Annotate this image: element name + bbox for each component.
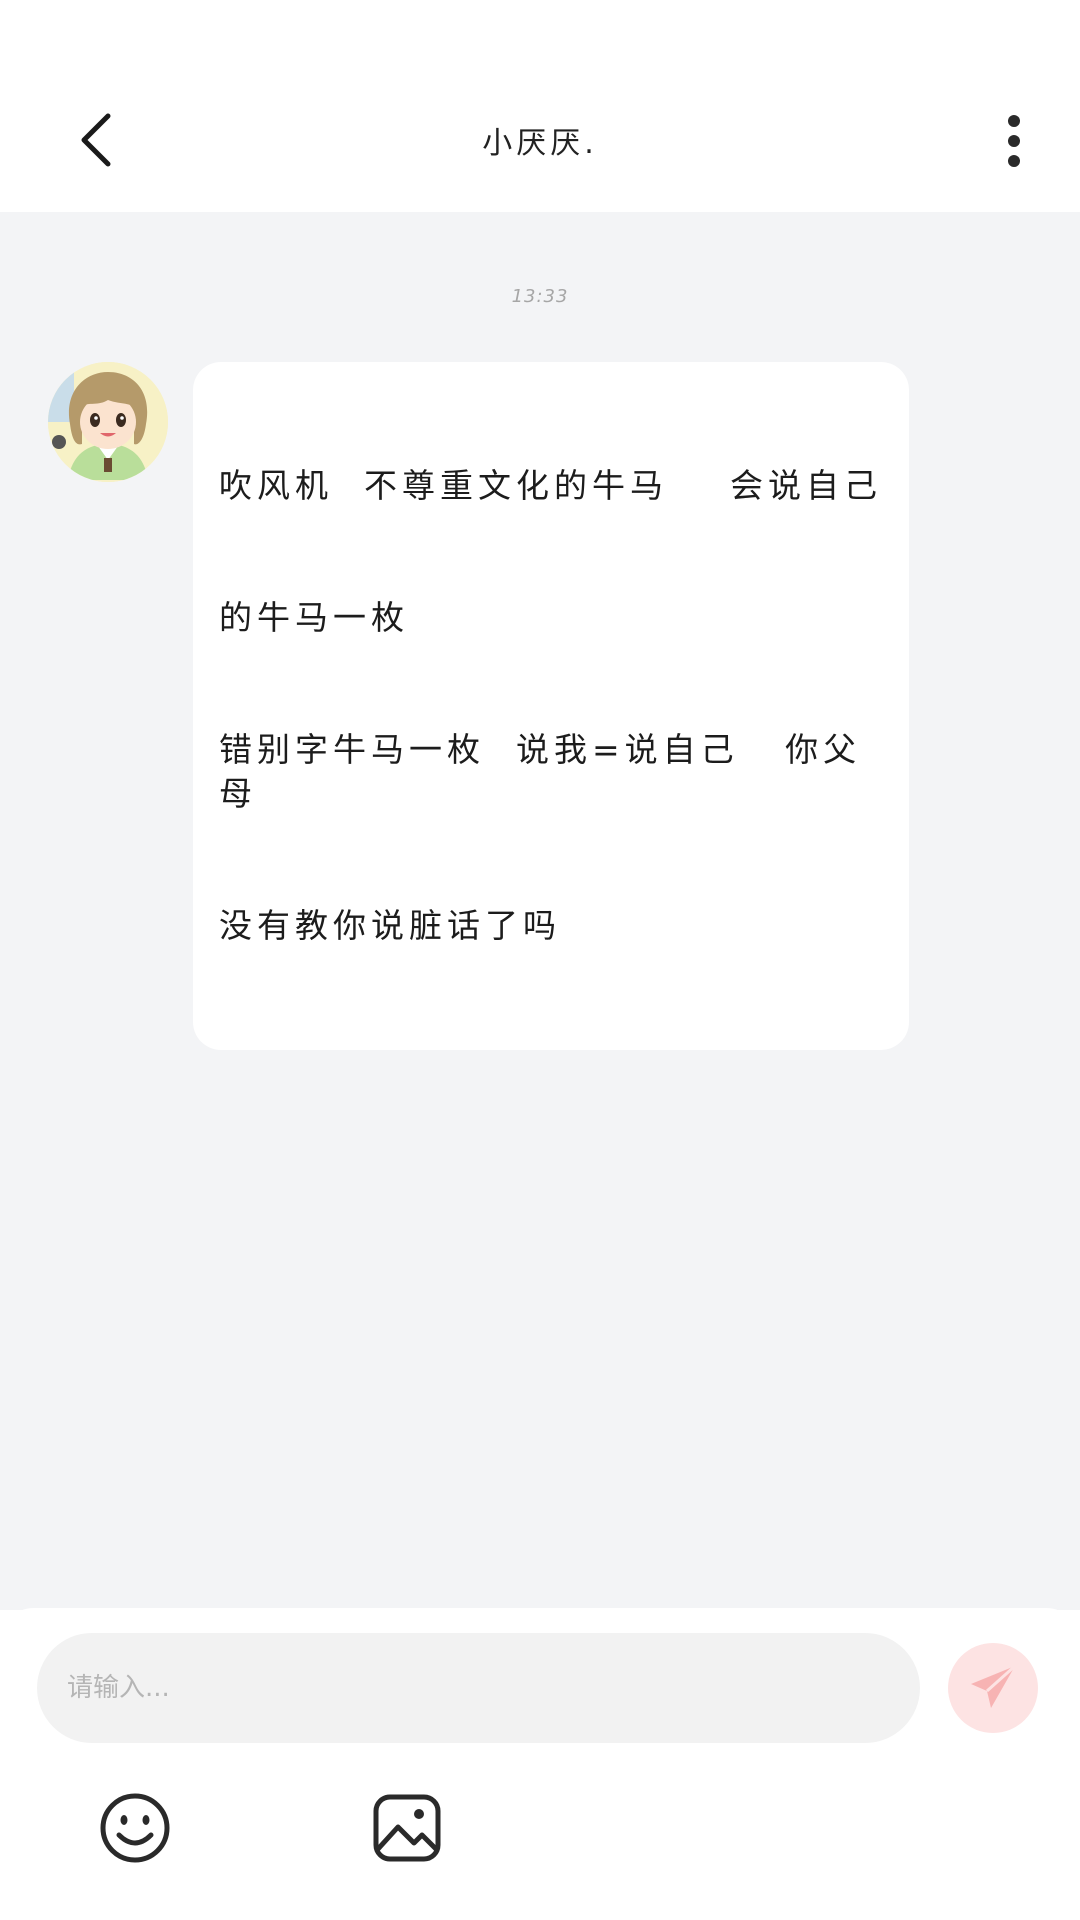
message-line: 错别字牛马一枚 说我=说自己 你父母 [219,730,862,813]
message-list[interactable]: 13:33 吹风机 不尊重文化的牛马 会说自己 的牛马一枚 错别字牛马一枚 说我… [0,212,1080,1610]
message-line: 没有教你说脏话了吗 [219,906,561,945]
emoji-button[interactable] [98,1791,172,1865]
send-button[interactable] [948,1643,1038,1733]
avatar-anime-girl [48,362,168,482]
composer-panel [0,1608,1080,1920]
sender-avatar[interactable] [48,362,168,482]
message-line: 吹风机 不尊重文化的牛马 会说自己 [219,466,882,505]
chat-header: 小厌厌. [0,0,1080,212]
chat-title: 小厌厌. [482,126,598,161]
message-bubble[interactable]: 吹风机 不尊重文化的牛马 会说自己 的牛马一枚 错别字牛马一枚 说我=说自己 你… [193,362,909,1050]
emoji-icon [100,1793,170,1863]
more-options-button[interactable] [998,112,1030,172]
message-line: 的牛马一枚 [219,598,409,637]
image-button[interactable] [370,1791,444,1865]
more-vertical-icon [1008,115,1020,167]
image-icon [373,1794,441,1862]
send-icon [971,1664,1016,1708]
message-input[interactable] [37,1633,920,1743]
message-timestamp: 13:33 [511,286,569,307]
